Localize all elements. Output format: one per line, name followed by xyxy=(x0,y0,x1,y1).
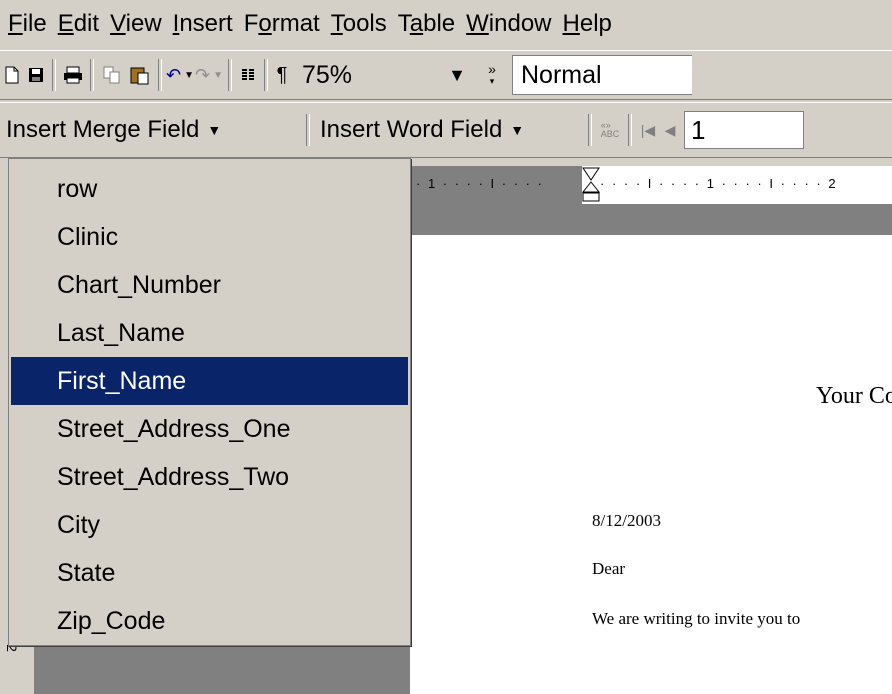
menu-item[interactable]: Format xyxy=(240,10,327,38)
menu-item-text: rmat xyxy=(271,10,320,37)
menu-bar: File Edit View Insert Format Tools Table Window… xyxy=(0,0,892,48)
horizontal-ruler: · 1 · · · · I · · · · · · · · I · · · · … xyxy=(410,166,892,205)
save-icon[interactable] xyxy=(24,59,48,91)
menu-item-accelerator: V xyxy=(110,10,126,37)
letter-body: We are writing to invite you to xyxy=(592,609,801,628)
menu-item[interactable]: Window xyxy=(462,10,558,38)
merge-field-item[interactable]: First_Name xyxy=(11,357,408,405)
menu-item-accelerator: H xyxy=(562,10,580,37)
insert-word-field-label: Insert Word Field xyxy=(320,116,503,143)
chevron-down-icon: ▼ xyxy=(207,122,222,138)
menu-item[interactable]: Tools xyxy=(327,10,394,38)
toolbar-separator xyxy=(52,59,56,91)
merge-field-item[interactable]: Zip_Code xyxy=(11,597,408,645)
menu-item-accelerator: F xyxy=(8,10,23,37)
menu-item-text: ile xyxy=(22,10,47,37)
menu-item-text: T xyxy=(397,10,410,37)
merge-field-item[interactable]: Street_Address_One xyxy=(11,405,408,453)
zoom-box[interactable]: 75% ▼ xyxy=(296,57,478,93)
menu-item-text: ble xyxy=(423,10,456,37)
view-merged-data-icon[interactable]: «» ABC xyxy=(596,114,624,146)
record-number-field[interactable]: 1 xyxy=(684,111,804,149)
company-heading: Your Co xyxy=(816,383,892,409)
print-icon[interactable] xyxy=(60,59,86,91)
ruler-right-marks: · · · · I · · · · 1 · · · · I · · · · 2 xyxy=(600,176,838,191)
standard-toolbar: ↶ ▼ ↷ ▼ ¶ 75% ▼ » ▾ Normal xyxy=(0,50,892,100)
chevron-down-icon: ▼ xyxy=(510,122,525,138)
merge-field-item[interactable]: Street_Address_Two xyxy=(11,453,408,501)
new-document-icon[interactable] xyxy=(0,59,24,91)
toolbar-separator xyxy=(588,114,592,146)
toolbar-separator xyxy=(228,59,232,91)
toolbar-separator xyxy=(158,59,162,91)
mail-merge-toolbar: Insert Merge Field ▼ Insert Word Field ▼… xyxy=(0,102,892,158)
merge-field-item[interactable]: Chart_Number xyxy=(11,261,408,309)
menu-item-text: F xyxy=(243,10,259,37)
insert-merge-field-button[interactable]: Insert Merge Field ▼ xyxy=(0,116,302,144)
redo-icon[interactable]: ↷ ▼ xyxy=(194,59,224,91)
toolbar-separator xyxy=(90,59,94,91)
letter-salutation: Dear xyxy=(592,559,626,578)
menu-item[interactable]: Edit xyxy=(54,10,106,38)
toolbar-separator xyxy=(628,114,632,146)
toolbar-separator xyxy=(306,114,310,146)
toolbar-separator xyxy=(264,59,268,91)
indent-marker-icon[interactable] xyxy=(582,166,600,204)
previous-record-icon[interactable]: ◀ xyxy=(660,114,680,146)
undo-icon[interactable]: ↶ ▼ xyxy=(166,59,194,91)
menu-item-accelerator: T xyxy=(330,10,343,37)
style-value: Normal xyxy=(521,60,602,89)
merge-field-item[interactable]: City xyxy=(11,501,408,549)
menu-item-text: nsert xyxy=(179,10,233,37)
menu-item[interactable]: Table xyxy=(394,10,462,38)
toolbar-options-icon[interactable]: » ▾ xyxy=(478,59,506,91)
first-record-icon[interactable]: |◀ xyxy=(636,114,660,146)
paste-icon[interactable] xyxy=(126,59,154,91)
menu-item-text: dit xyxy=(73,10,100,37)
menu-item[interactable]: Help xyxy=(559,10,619,38)
menu-item-accelerator: E xyxy=(57,10,74,37)
zoom-value: 75% xyxy=(302,60,353,89)
style-dropdown[interactable]: Normal xyxy=(512,55,692,95)
copy-icon[interactable] xyxy=(98,59,126,91)
menu-item-text: iew xyxy=(125,10,162,37)
ruler-left-marks: · 1 · · · · I · · · · xyxy=(416,176,544,191)
menu-item-text: elp xyxy=(579,10,612,37)
merge-field-item[interactable]: State xyxy=(11,549,408,597)
menu-item[interactable]: Insert xyxy=(169,10,240,38)
merge-field-item[interactable]: Last_Name xyxy=(11,309,408,357)
menu-item-accelerator: a xyxy=(409,10,424,37)
menu-item[interactable]: File xyxy=(4,10,54,38)
menu-item[interactable]: View xyxy=(106,10,169,38)
insert-merge-field-label: Insert Merge Field xyxy=(6,116,200,143)
merge-field-item[interactable]: row xyxy=(11,165,408,213)
menu-item-accelerator: o xyxy=(258,10,272,37)
show-formatting-icon[interactable]: ¶ xyxy=(272,59,292,91)
menu-item-text: indow xyxy=(488,10,552,37)
chevron-down-icon[interactable]: ▼ xyxy=(442,65,472,86)
menu-item-text: ools xyxy=(342,10,387,37)
insert-word-field-button[interactable]: Insert Word Field ▼ xyxy=(314,116,584,144)
document-page[interactable]: Your Co 8/12/2003 Dear We are writing to… xyxy=(410,235,892,694)
letter-date: 8/12/2003 xyxy=(592,511,661,530)
menu-item-accelerator: W xyxy=(466,10,489,37)
merge-field-dropdown: row Clinic Chart_Number Last_Name First_Name… xyxy=(8,158,411,646)
columns-icon[interactable] xyxy=(236,59,260,91)
merge-field-item[interactable]: Clinic xyxy=(11,213,408,261)
